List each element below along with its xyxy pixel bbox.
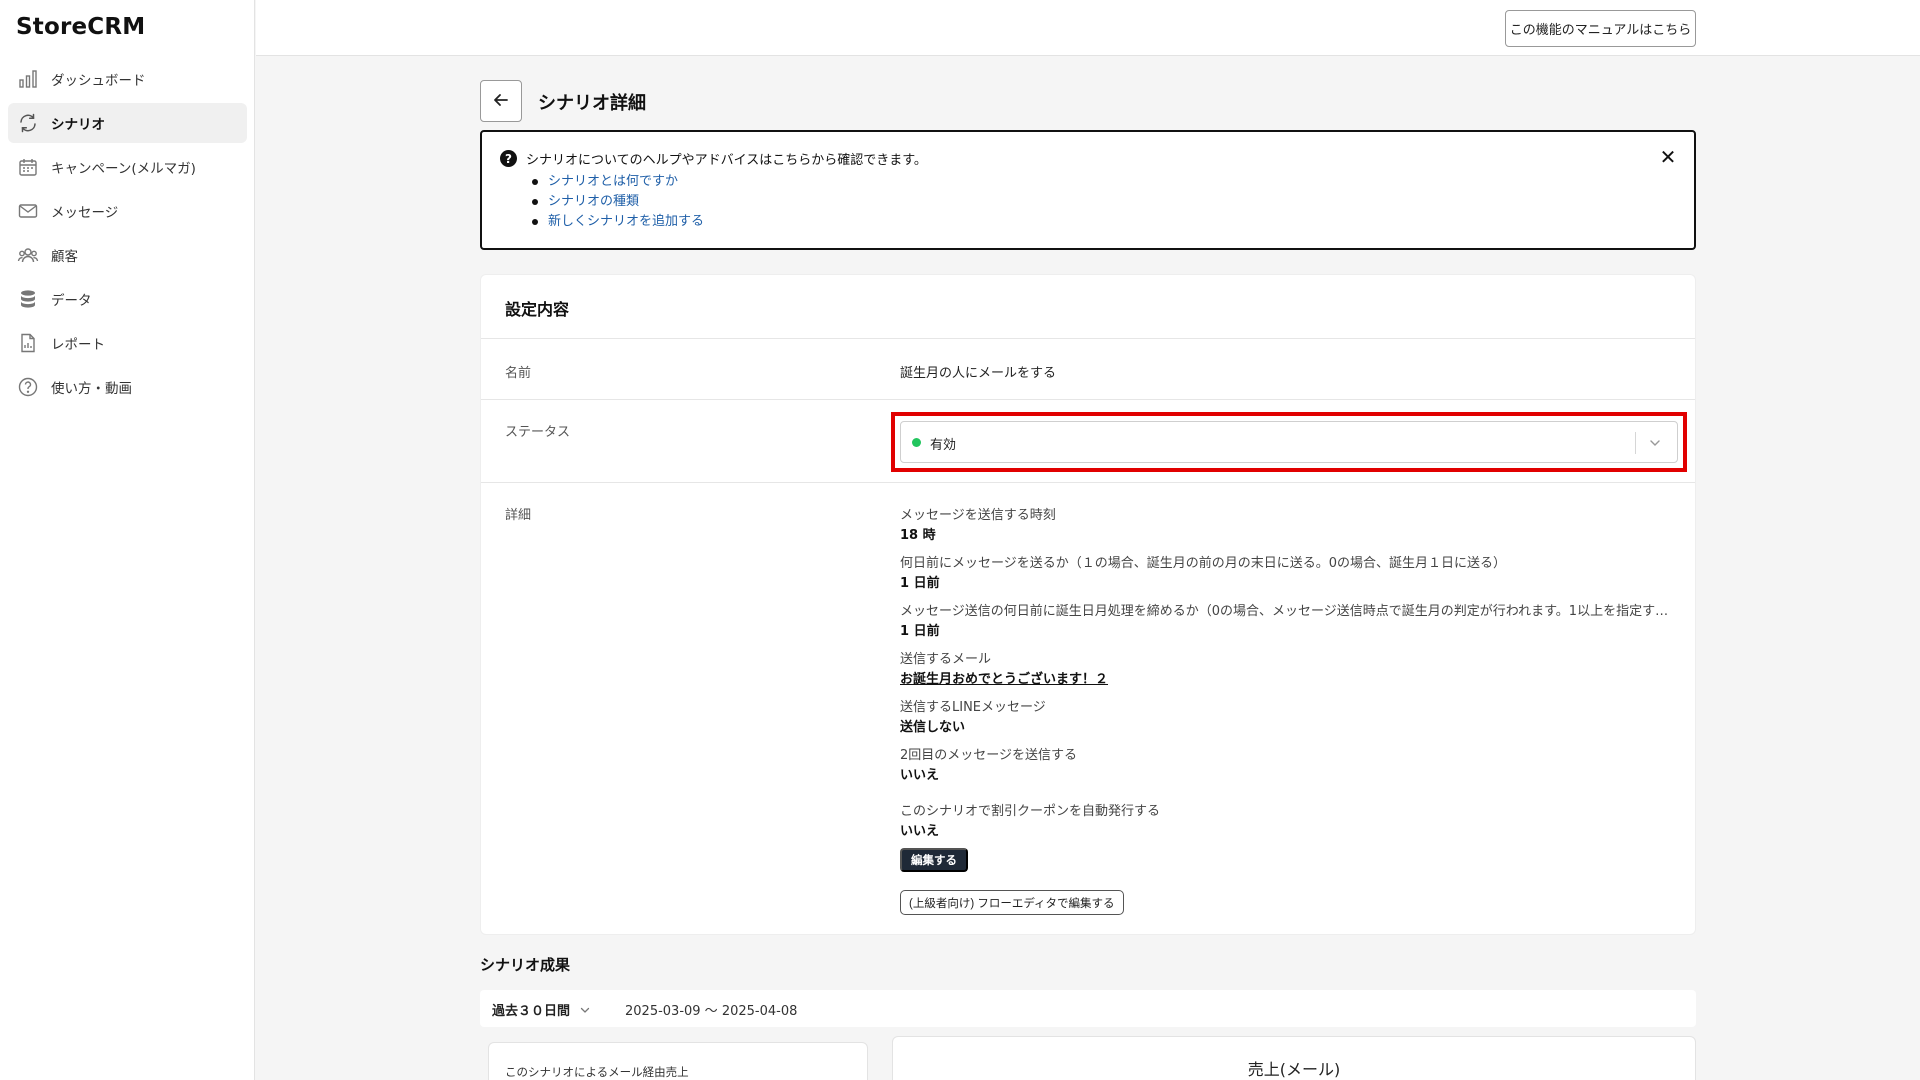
help-link-scenario-types[interactable]: シナリオの種類 — [532, 192, 704, 212]
date-range: 2025-03-09 〜 2025-04-08 — [625, 1004, 798, 1019]
database-icon — [17, 288, 39, 310]
flow-editor-button[interactable]: (上級者向け) フローエディタで編集する — [900, 890, 1124, 915]
sidebar-item-label: レポート — [51, 337, 105, 353]
detail-value-line: 送信しない — [900, 720, 966, 735]
divider — [481, 338, 1695, 339]
refresh-icon — [17, 112, 39, 134]
edit-button[interactable]: 編集する — [900, 848, 968, 872]
detail-label: 詳細 — [505, 508, 532, 523]
metric-card-mail-sales: このシナリオによるメール経由売上 — [488, 1042, 868, 1080]
help-link-add-scenario[interactable]: 新しくシナリオを追加する — [532, 212, 704, 232]
help-link-what-is-scenario[interactable]: シナリオとは何ですか — [532, 172, 704, 192]
settings-title: 設定内容 — [505, 300, 570, 319]
detail-label-send-time: メッセージを送信する時刻 — [900, 508, 1056, 523]
sidebar-item-label: 使い方・動画 — [51, 381, 132, 397]
help-notice: ? シナリオについてのヘルプやアドバイスはこちらから確認できます。 シナリオとは… — [480, 130, 1696, 250]
calendar-icon — [17, 156, 39, 178]
sidebar-item-customers[interactable]: 顧客 — [8, 235, 247, 275]
sidebar-item-report[interactable]: レポート — [8, 323, 247, 363]
divider — [481, 482, 1695, 483]
period-bar: 過去３０日間 2025-03-09 〜 2025-04-08 — [480, 990, 1696, 1027]
close-icon[interactable]: ✕ — [1657, 145, 1679, 169]
detail-value-days-before: 1 日前 — [900, 576, 940, 591]
divider — [481, 399, 1695, 400]
detail-value-coupon: いいえ — [900, 824, 940, 839]
detail-label-second-message: 2回目のメッセージを送信する — [900, 748, 1078, 763]
chevron-down-icon — [580, 1007, 590, 1013]
mail-link[interactable]: お誕生月おめでとうございます！２ — [900, 668, 1680, 687]
sidebar-item-data[interactable]: データ — [8, 279, 247, 319]
results-title: シナリオ成果 — [480, 956, 571, 974]
detail-label-line: 送信するLINEメッセージ — [900, 700, 1046, 715]
chart-card-mail-sales: 売上(メール) — [892, 1036, 1696, 1080]
name-label: 名前 — [505, 366, 532, 381]
sidebar-item-label: ダッシュボード — [51, 73, 146, 89]
back-button[interactable] — [480, 80, 522, 122]
metric-label: このシナリオによるメール経由売上 — [505, 1065, 689, 1079]
detail-label-cutoff: メッセージ送信の何日前に誕生日月処理を締めるか（0の場合、メッセージ送信時点で誕… — [900, 604, 1680, 619]
arrow-left-icon — [491, 90, 511, 113]
report-icon — [17, 332, 39, 354]
detail-label-coupon: このシナリオで割引クーポンを自動発行する — [900, 804, 1161, 819]
period-select-label: 過去３０日間 — [492, 1004, 571, 1019]
mail-icon — [17, 200, 39, 222]
help-heading-text: シナリオについてのヘルプやアドバイスはこちらから確認できます。 — [526, 153, 927, 168]
detail-value-second-message: いいえ — [900, 768, 940, 783]
help-links: シナリオとは何ですか シナリオの種類 新しくシナリオを追加する — [532, 172, 704, 232]
bar-chart-icon — [17, 68, 39, 90]
detail-value-cutoff: 1 日前 — [900, 624, 940, 639]
sidebar-item-message[interactable]: メッセージ — [8, 191, 247, 231]
status-value: 有効 — [930, 438, 957, 453]
chevron-down-icon — [1646, 434, 1664, 452]
chart-title: 売上(メール) — [1247, 1060, 1341, 1079]
detail-value-send-time: 18 時 — [900, 528, 936, 543]
sidebar-item-help[interactable]: 使い方・動画 — [8, 367, 247, 407]
question-icon: ? — [500, 150, 517, 167]
sidebar-item-label: メッセージ — [51, 205, 119, 221]
select-divider — [1635, 432, 1636, 454]
status-select[interactable]: 有効 — [900, 421, 1678, 463]
sidebar-item-label: キャンペーン(メルマガ) — [51, 161, 196, 177]
period-select[interactable]: 過去３０日間 — [492, 1000, 592, 1019]
page-title: シナリオ詳細 — [538, 93, 646, 114]
status-dot-icon — [912, 438, 921, 447]
sidebar-item-label: 顧客 — [51, 249, 78, 265]
sidebar-item-label: シナリオ — [51, 117, 105, 133]
app-logo[interactable]: StoreCRM — [16, 14, 145, 40]
settings-card: 設定内容 名前 誕生月の人にメールをする ステータス 有効 詳細 メッセージを送… — [480, 274, 1696, 935]
manual-button[interactable]: この機能のマニュアルはこちら — [1505, 10, 1696, 47]
help-heading: ? シナリオについてのヘルプやアドバイスはこちらから確認できます。 — [500, 149, 927, 168]
sidebar: StoreCRM ダッシュボード シナリオ キャンペーン(メルマガ) メッセージ — [0, 0, 255, 1080]
sidebar-nav: ダッシュボード シナリオ キャンペーン(メルマガ) メッセージ 顧客 データ レ… — [8, 59, 247, 411]
sidebar-item-scenario[interactable]: シナリオ — [8, 103, 247, 143]
sidebar-item-label: データ — [51, 293, 92, 309]
name-value: 誕生月の人にメールをする — [900, 366, 1057, 381]
sidebar-item-dashboard[interactable]: ダッシュボード — [8, 59, 247, 99]
sidebar-item-campaign[interactable]: キャンペーン(メルマガ) — [8, 147, 247, 187]
users-icon — [17, 244, 39, 266]
detail-label-mail: 送信するメール — [900, 652, 992, 667]
status-label: ステータス — [505, 425, 571, 440]
detail-label-days-before: 何日前にメッセージを送るか（１の場合、誕生月の前の月の末日に送る。0の場合、誕生… — [900, 556, 1507, 571]
help-circle-icon — [17, 376, 39, 398]
